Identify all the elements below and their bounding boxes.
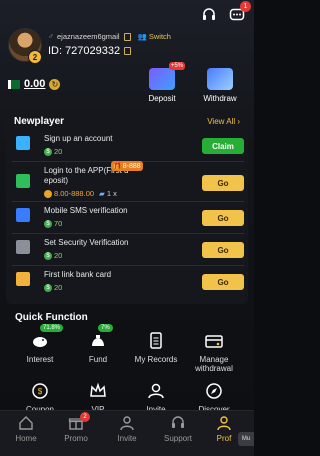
switch-button[interactable]: 👥 Switch [138, 32, 171, 41]
task-reward: $20 [44, 147, 62, 156]
go-button[interactable]: Go [202, 242, 244, 258]
male-icon: ♂ [48, 32, 54, 41]
newplayer-card: Newplayer View All › Sign up an account … [6, 108, 248, 304]
invite-icon [146, 382, 166, 400]
lock-icon [16, 240, 30, 254]
task-reward: 8.00-888.00 ▰ 1 x [44, 189, 117, 198]
notification-badge: 1 [240, 1, 251, 12]
task-reward: $70 [44, 219, 62, 228]
claim-button[interactable]: Claim [202, 138, 244, 154]
view-all-link[interactable]: View All › [207, 117, 240, 126]
copy-icon[interactable] [123, 32, 131, 41]
fund-icon: 7% [88, 324, 113, 350]
withdrawal-icon [204, 332, 224, 350]
signup-icon [16, 136, 30, 150]
withdraw-button[interactable]: Withdraw [198, 68, 242, 103]
quick-function-title: Quick Function [15, 312, 88, 323]
withdraw-label: Withdraw [203, 94, 237, 103]
task-name: First link bank card [44, 270, 112, 279]
nav-label: Prof [216, 434, 232, 443]
gift-icon: 🎁 [113, 163, 122, 170]
go-button[interactable]: Go [202, 175, 244, 191]
task-signup: Sign up an account $20 Claim [12, 132, 244, 162]
card-icon [207, 68, 233, 90]
profile-page: 1 2 ♂ ejaznazeem6gmail 👥 Switch ID: 7270… [0, 0, 254, 456]
nav-support[interactable]: Support [154, 415, 202, 443]
nav-label: Promo [64, 434, 88, 443]
invite-nav-icon [119, 415, 135, 431]
vip-level-badge: 2 [28, 50, 42, 64]
nav-label: Invite [117, 434, 137, 443]
support-icon [170, 415, 186, 431]
task-name: Sign up an account [44, 134, 113, 143]
task-reward: $20 [44, 283, 62, 292]
bank-card-icon [16, 272, 30, 286]
copy-id-icon[interactable] [124, 47, 132, 55]
crown-icon [88, 382, 108, 400]
piggy-bank-icon: 71.8% [30, 324, 64, 350]
refresh-icon[interactable]: ↻ [49, 78, 61, 90]
message-icon[interactable]: 1 [228, 1, 251, 24]
deposit-label: Deposit [148, 94, 176, 103]
coupon-icon: $ [30, 382, 50, 400]
task-login-app: Login to the APP(First d eposit) 🎁 8-888 8… [12, 161, 244, 202]
username: ejaznazeem6gmail [57, 32, 120, 41]
promo-badge: 2 [80, 412, 90, 422]
task-security-verification: Set Security Verification $20 Go [12, 236, 244, 266]
task-reward: $20 [44, 251, 62, 260]
deposit-button[interactable]: +5% Deposit [140, 62, 185, 103]
quick-label: My Records [134, 355, 178, 364]
fund-badge: 7% [98, 324, 113, 332]
task-link-bank-card: First link bank card $20 Go [12, 268, 244, 298]
go-button[interactable]: Go [202, 274, 244, 290]
discover-icon [204, 382, 224, 400]
nav-home[interactable]: Home [2, 415, 50, 443]
balance-row: 0.00 ↻ [8, 78, 61, 90]
nav-label: Home [15, 434, 37, 443]
quick-fund[interactable]: 7% Fund [70, 324, 126, 364]
pakistan-flag-icon [8, 79, 20, 89]
sms-icon [16, 208, 30, 222]
home-icon [18, 415, 34, 431]
headset-icon[interactable] [200, 6, 218, 24]
quick-interest[interactable]: 71.8% Interest [12, 324, 68, 364]
go-button[interactable]: Go [202, 210, 244, 226]
quick-my-records[interactable]: My Records [128, 332, 184, 364]
task-name: Set Security Verification [44, 238, 129, 247]
wallet-icon: +5% [149, 62, 185, 90]
nav-invite[interactable]: Invite [103, 415, 151, 443]
interest-badge: 71.8% [40, 324, 64, 332]
task-sms-verification: Mobile SMS verification $70 Go [12, 204, 244, 234]
gift-badge: 🎁 8-888 [111, 161, 143, 171]
deposit-bonus-badge: +5% [168, 62, 185, 70]
task-name: Mobile SMS verification [44, 206, 128, 215]
quick-manage-withdrawal[interactable]: Manage withdrawal [186, 332, 242, 373]
nav-promo[interactable]: 2 Promo [52, 412, 100, 443]
user-id: 727029332 [65, 45, 121, 57]
user-id-row: ID: 727029332 [48, 45, 132, 57]
quick-label: Interest [26, 355, 54, 364]
svg-text:$: $ [38, 387, 43, 396]
bottom-nav: Home 2 Promo Invite Support Prof [0, 410, 254, 456]
nav-label: Support [163, 434, 193, 443]
id-label: ID: [48, 45, 63, 57]
newplayer-title: Newplayer [14, 116, 65, 127]
gift-icon: 2 [68, 412, 90, 431]
quick-label: Manage withdrawal [195, 355, 233, 373]
ticket-icon: ▰ [99, 189, 105, 198]
quick-label: Fund [88, 355, 108, 364]
username-row: ♂ ejaznazeem6gmail 👥 Switch [48, 32, 171, 41]
records-icon [146, 332, 166, 350]
more-tab[interactable]: Mu [238, 432, 254, 446]
phone-icon [16, 174, 30, 188]
balance-amount[interactable]: 0.00 [24, 78, 45, 90]
switch-label: Switch [148, 32, 171, 41]
profile-icon [216, 415, 232, 431]
top-icons: 1 [200, 1, 251, 24]
switch-users-icon: 👥 [137, 32, 147, 41]
